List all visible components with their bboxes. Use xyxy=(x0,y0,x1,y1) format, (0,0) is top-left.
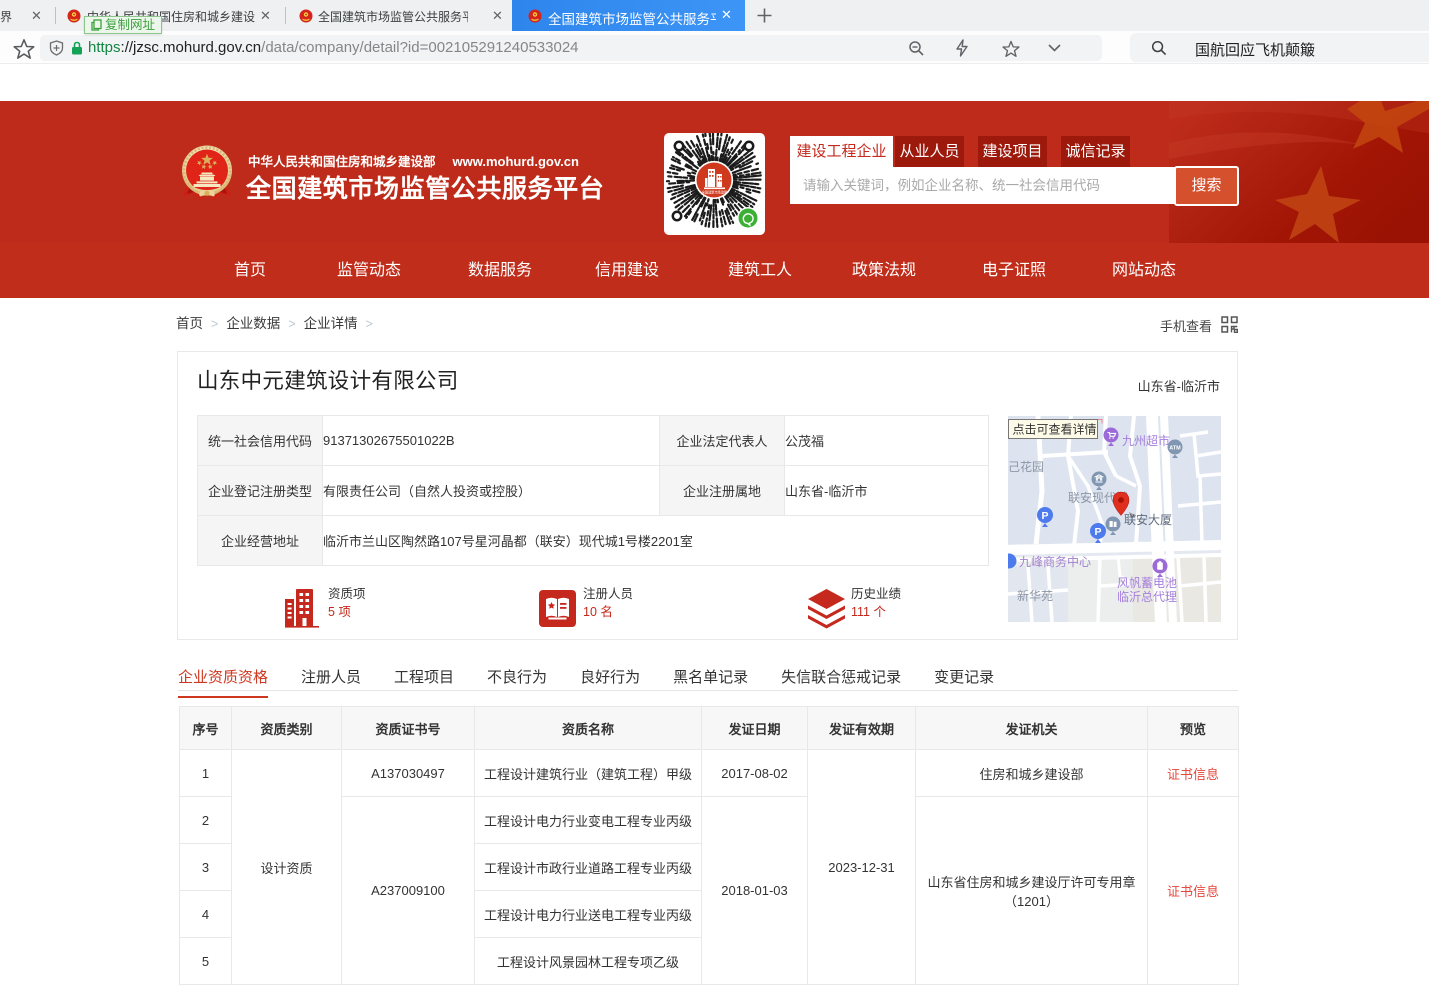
svg-text:临沂总代理: 临沂总代理 xyxy=(1117,590,1177,604)
svg-text:点击可查看详情: 点击可查看详情 xyxy=(1013,422,1097,437)
svg-text:全国建筑市场监管: 全国建筑市场监管 xyxy=(702,190,728,195)
svg-text:己花园: 己花园 xyxy=(1008,459,1044,474)
svg-text:ATM: ATM xyxy=(1169,446,1181,452)
svg-text:风帆蓄电池: 风帆蓄电池 xyxy=(1117,575,1177,590)
svg-text:新华苑: 新华苑 xyxy=(1017,588,1053,603)
svg-text:P: P xyxy=(1094,526,1101,538)
svg-text:九峰商务中心: 九峰商务中心 xyxy=(1019,554,1091,569)
svg-text:九州超市: 九州超市 xyxy=(1122,433,1170,448)
svg-text:P: P xyxy=(1041,510,1048,522)
